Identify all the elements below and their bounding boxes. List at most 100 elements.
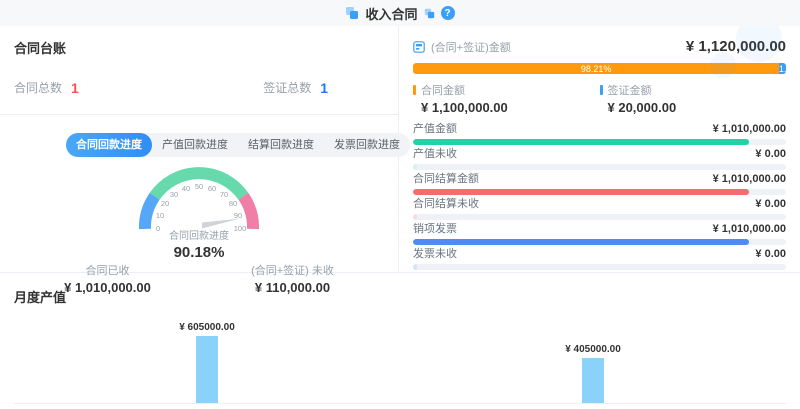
tab-settlement-collection[interactable]: 结算回款进度 bbox=[238, 133, 324, 157]
metric-bar-track bbox=[413, 239, 786, 245]
visa-total: 签证总数 1 bbox=[263, 79, 328, 96]
metric-label: 合同结算未收 bbox=[413, 198, 479, 211]
metric-rows: 产值金额 ¥ 1,010,000.00 产值未收 ¥ 0.00 bbox=[413, 123, 786, 270]
metric-row-output-invoice: 销项发票 ¥ 1,010,000.00 bbox=[413, 223, 786, 245]
svg-text:10: 10 bbox=[156, 211, 164, 220]
unreceived-value: ¥ 110,000.00 bbox=[251, 280, 334, 295]
progress-tabs: 合同回款进度 产值回款进度 结算回款进度 发票回款进度 bbox=[66, 133, 410, 157]
unreceived-label: (合同+签证) 未收 bbox=[251, 262, 334, 278]
page-title: 收入合同 bbox=[365, 4, 417, 23]
gauge-chart: 0 10 20 30 40 50 60 70 80 90 100 合同回款进度 bbox=[69, 165, 329, 241]
metric-bar-fill bbox=[413, 189, 749, 195]
amount-icon bbox=[413, 41, 425, 53]
metric-bar-track bbox=[413, 139, 786, 145]
contract-ratio-label: 98.21% bbox=[581, 64, 612, 74]
bar-value-label: ¥ 405000.00 bbox=[565, 344, 621, 355]
tab-invoice-collection[interactable]: 发票回款进度 bbox=[324, 133, 410, 157]
metric-bar-track bbox=[413, 189, 786, 195]
help-icon[interactable]: ? bbox=[441, 6, 455, 20]
received-label: 合同已收 bbox=[64, 262, 151, 278]
metric-bar-fill bbox=[413, 264, 417, 270]
svg-text:50: 50 bbox=[195, 182, 203, 191]
metric-row-settlement-unpaid: 合同结算未收 ¥ 0.00 bbox=[413, 198, 786, 220]
visa-amount: 签证金额 ¥ 20,000.00 bbox=[600, 82, 787, 115]
svg-text:100: 100 bbox=[234, 224, 247, 233]
metric-row-invoice-unpaid: 发票未收 ¥ 0.00 bbox=[413, 248, 786, 270]
metric-row-settlement-amount: 合同结算金额 ¥ 1,010,000.00 bbox=[413, 173, 786, 195]
metric-value: ¥ 1,010,000.00 bbox=[713, 123, 786, 136]
tab-output-collection[interactable]: 产值回款进度 bbox=[152, 133, 238, 157]
svg-text:20: 20 bbox=[161, 199, 169, 208]
metric-bar-track bbox=[413, 214, 786, 220]
x-tick-july: 7月 bbox=[14, 404, 400, 409]
svg-text:90: 90 bbox=[234, 211, 242, 220]
gauge-segment-low bbox=[145, 196, 155, 229]
contract-amount-label: 合同金额 bbox=[421, 82, 465, 98]
x-axis-labels: 7月 8月 bbox=[14, 404, 786, 409]
svg-text:60: 60 bbox=[208, 184, 216, 193]
ledger-panel: 合同台账 合同总数 1 签证总数 1 合同回款进度 产值回款进度 结算回款进度 … bbox=[0, 26, 399, 272]
unreceived-stat: (合同+签证) 未收 ¥ 110,000.00 bbox=[251, 262, 334, 295]
metric-row-output-amount: 产值金额 ¥ 1,010,000.00 bbox=[413, 123, 786, 145]
tab-contract-collection[interactable]: 合同回款进度 bbox=[66, 133, 152, 157]
visa-total-value: 1 bbox=[320, 80, 328, 96]
bar-august bbox=[582, 358, 604, 403]
metric-label: 产值未收 bbox=[413, 148, 457, 161]
visa-amount-chip bbox=[600, 85, 603, 95]
amount-panel: (合同+签证)金额 ¥ 1,120,000.00 98.21% 1. 合同金额 bbox=[399, 26, 800, 272]
metric-value: ¥ 0.00 bbox=[755, 198, 786, 211]
visa-amount-value: ¥ 20,000.00 bbox=[600, 100, 787, 115]
visa-total-label: 签证总数 bbox=[263, 79, 311, 96]
monthly-bar-chart: ¥ 605000.00 ¥ 405000.00 bbox=[14, 312, 786, 404]
ledger-counts: 合同总数 1 签证总数 1 bbox=[14, 79, 384, 96]
bar-group-august: ¥ 405000.00 bbox=[400, 344, 786, 403]
bar-value-label: ¥ 605000.00 bbox=[179, 322, 235, 333]
bar-group-july: ¥ 605000.00 bbox=[14, 322, 400, 403]
svg-text:0: 0 bbox=[156, 224, 160, 233]
ledger-title: 合同台账 bbox=[14, 38, 384, 57]
metric-bar-fill bbox=[413, 239, 749, 245]
metric-bar-track bbox=[413, 164, 786, 170]
bar-july bbox=[196, 336, 218, 403]
main-area: 合同台账 合同总数 1 签证总数 1 合同回款进度 产值回款进度 结算回款进度 … bbox=[0, 26, 800, 273]
metric-value: ¥ 1,010,000.00 bbox=[713, 173, 786, 186]
metric-value: ¥ 1,010,000.00 bbox=[713, 223, 786, 236]
metric-label: 销项发票 bbox=[413, 223, 457, 236]
gauge-label: 合同回款进度 bbox=[169, 229, 229, 241]
documents-small-icon bbox=[424, 8, 435, 19]
visa-amount-label: 签证金额 bbox=[608, 82, 652, 98]
gauge-stats: 合同已收 ¥ 1,010,000.00 (合同+签证) 未收 ¥ 110,000… bbox=[14, 262, 384, 295]
metric-bar-track bbox=[413, 264, 786, 270]
x-tick-august: 8月 bbox=[400, 404, 786, 409]
contract-total-value: 1 bbox=[71, 80, 79, 96]
ledger-divider bbox=[0, 114, 398, 115]
collection-gauge: 0 10 20 30 40 50 60 70 80 90 100 合同回款进度 bbox=[69, 165, 329, 261]
metric-bar-fill bbox=[413, 139, 749, 145]
summary-header: (合同+签证)金额 ¥ 1,120,000.00 bbox=[413, 38, 786, 55]
visa-ratio-label: 1. bbox=[779, 64, 786, 74]
gauge-value: 90.18% bbox=[69, 244, 329, 261]
svg-text:70: 70 bbox=[220, 190, 228, 199]
svg-text:40: 40 bbox=[182, 184, 190, 193]
contract-amount-value: ¥ 1,100,000.00 bbox=[413, 100, 600, 115]
metric-bar-fill bbox=[413, 214, 417, 220]
contract-total-label: 合同总数 bbox=[14, 79, 62, 96]
contract-total: 合同总数 1 bbox=[14, 79, 79, 96]
svg-text:80: 80 bbox=[229, 199, 237, 208]
income-contract-dashboard: 收入合同 ? 合同台账 合同总数 1 签证总数 1 合同回款进度 bbox=[0, 0, 800, 409]
received-stat: 合同已收 ¥ 1,010,000.00 bbox=[64, 262, 151, 295]
contract-amount: 合同金额 ¥ 1,100,000.00 bbox=[413, 82, 600, 115]
summary-label: (合同+签证)金额 bbox=[431, 39, 511, 55]
metric-value: ¥ 0.00 bbox=[755, 148, 786, 161]
amount-legend: 合同金额 ¥ 1,100,000.00 签证金额 ¥ 20,000.00 bbox=[413, 82, 786, 115]
metric-label: 合同结算金额 bbox=[413, 173, 479, 186]
page-header: 收入合同 ? bbox=[0, 0, 800, 26]
visa-ratio-segment: 1. bbox=[779, 63, 786, 74]
metric-label: 发票未收 bbox=[413, 248, 457, 261]
metric-label: 产值金额 bbox=[413, 123, 457, 136]
metric-value: ¥ 0.00 bbox=[755, 248, 786, 261]
decor-circle bbox=[710, 52, 736, 78]
contract-amount-chip bbox=[413, 85, 416, 95]
metric-bar-fill bbox=[413, 164, 417, 170]
documents-icon bbox=[345, 6, 359, 20]
